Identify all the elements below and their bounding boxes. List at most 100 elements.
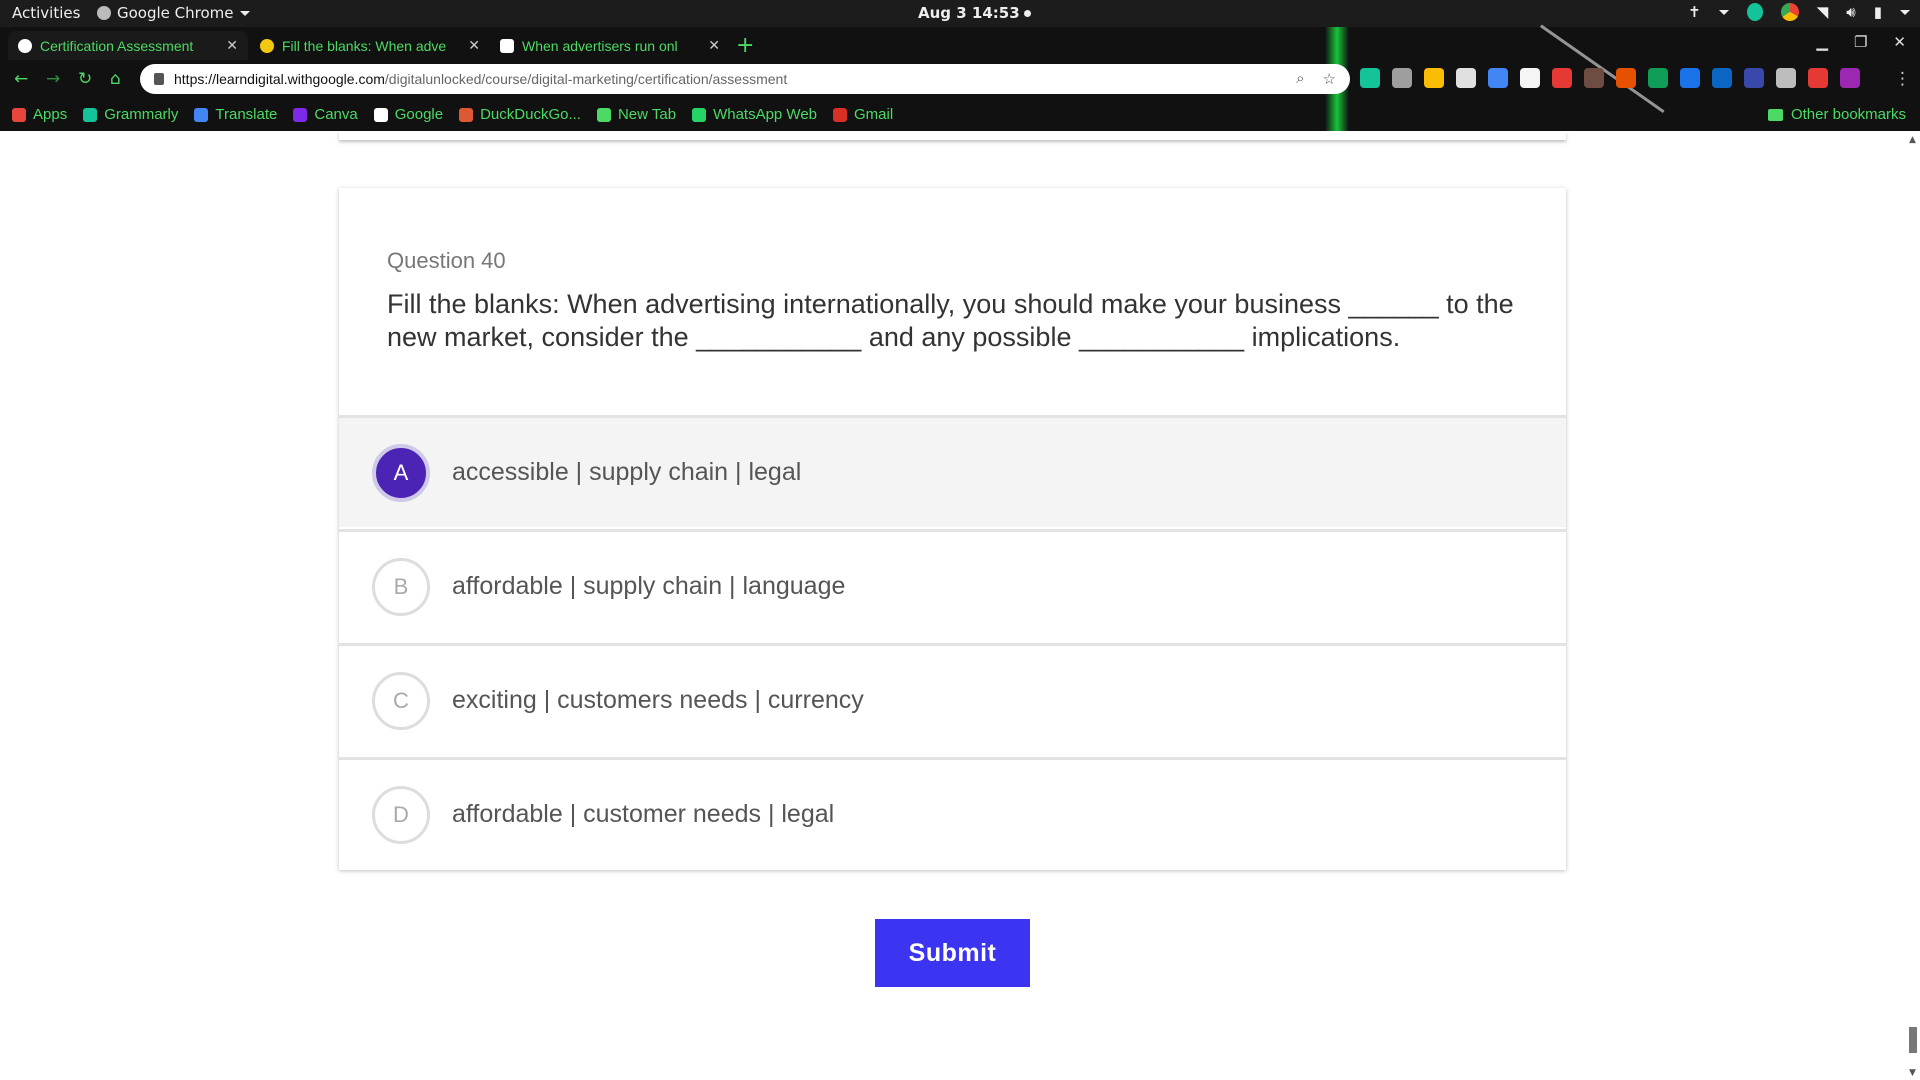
- extension-icon[interactable]: [1680, 68, 1700, 88]
- scroll-down-icon[interactable]: ▼: [1909, 1068, 1916, 1078]
- option-letter-badge: D: [372, 785, 430, 844]
- bookmark-label: Grammarly: [104, 106, 179, 123]
- option-letter-badge: B: [372, 557, 430, 616]
- bookmark-item[interactable]: DuckDuckGo...: [459, 106, 581, 123]
- home-icon[interactable]: ⌂: [110, 69, 121, 89]
- bookmark-favicon-icon: [12, 107, 26, 122]
- chrome-app-icon: [97, 6, 111, 20]
- clock[interactable]: Aug 3 14:53: [918, 4, 1031, 22]
- bookmark-favicon-icon: [692, 107, 707, 122]
- option-text: exciting | customers needs | currency: [452, 686, 864, 714]
- forward-arrow-icon[interactable]: →: [46, 69, 60, 89]
- extension-icon[interactable]: [1488, 68, 1508, 88]
- bookmark-label: Apps: [33, 106, 68, 123]
- grammarly-tray-icon[interactable]: [1746, 3, 1763, 21]
- tab-title: Fill the blanks: When adve: [282, 37, 447, 54]
- option-c[interactable]: C exciting | customers needs | currency: [339, 643, 1566, 755]
- bookmark-item[interactable]: WhatsApp Web: [692, 106, 817, 123]
- back-arrow-icon[interactable]: ←: [14, 69, 28, 89]
- scroll-up-icon[interactable]: ▲: [1909, 135, 1916, 145]
- zoom-icon[interactable]: ⌕: [1296, 70, 1304, 88]
- app-menu[interactable]: Google Chrome: [97, 4, 250, 22]
- bookmark-star-icon[interactable]: ☆: [1323, 70, 1336, 88]
- tab-strip: Certification Assessment ✕ Fill the blan…: [0, 27, 1920, 60]
- extension-icon[interactable]: [1456, 68, 1476, 88]
- address-bar[interactable]: https://learndigital.withgoogle.com/digi…: [140, 64, 1350, 94]
- close-tab-icon[interactable]: ✕: [708, 37, 720, 54]
- extension-icon[interactable]: [1584, 68, 1604, 88]
- bookmark-label: New Tab: [617, 106, 677, 123]
- chrome-menu-icon[interactable]: ⋮: [1894, 69, 1911, 89]
- extension-icon[interactable]: [1808, 68, 1828, 88]
- question-card: Question 40 Fill the blanks: When advert…: [339, 188, 1566, 870]
- bookmark-item[interactable]: Gmail: [833, 106, 893, 123]
- page-content: Question 40 Fill the blanks: When advert…: [0, 131, 1906, 1080]
- close-window-icon[interactable]: ✕: [1893, 33, 1906, 51]
- app-menu-label: Google Chrome: [117, 4, 234, 22]
- bookmark-favicon-icon: [459, 107, 474, 122]
- bookmark-item[interactable]: Apps: [12, 106, 67, 123]
- page-scrollbar[interactable]: ▲ ▼: [1906, 131, 1920, 1080]
- extension-icon[interactable]: [1648, 68, 1668, 88]
- extension-icon[interactable]: [1840, 68, 1860, 88]
- extension-icon[interactable]: [1424, 68, 1444, 88]
- bookmark-favicon-icon: [83, 107, 98, 122]
- lock-icon: [154, 73, 164, 85]
- scrollbar-thumb[interactable]: [1909, 1027, 1917, 1053]
- question-header: Question 40 Fill the blanks: When advert…: [387, 248, 1517, 354]
- extension-icon[interactable]: [1776, 68, 1796, 88]
- wifi-icon[interactable]: ◥: [1817, 3, 1829, 21]
- previous-question-card: [339, 131, 1566, 140]
- bookmark-item[interactable]: Google: [373, 106, 443, 123]
- system-tray[interactable]: ✝ ◥ 🔊︎ ▮: [1688, 3, 1910, 21]
- tab-certification-assessment[interactable]: Certification Assessment ✕: [8, 31, 248, 60]
- other-bookmarks-label: Other bookmarks: [1790, 106, 1906, 123]
- chrome-tray-icon[interactable]: [1780, 3, 1799, 21]
- clock-label: Aug 3 14:53: [918, 4, 1020, 22]
- option-d[interactable]: D affordable | customer needs | legal: [339, 757, 1566, 869]
- bookmark-favicon-icon: [833, 107, 848, 122]
- option-a[interactable]: A accessible | supply chain | legal: [339, 415, 1566, 527]
- bookmark-label: DuckDuckGo...: [480, 106, 581, 123]
- window-controls: ▁ ❐ ✕: [1816, 33, 1906, 51]
- bookmark-item[interactable]: Canva: [293, 106, 358, 123]
- submit-button[interactable]: Submit: [875, 919, 1030, 987]
- bookmark-label: Canva: [314, 106, 358, 123]
- bookmark-item[interactable]: Grammarly: [83, 106, 178, 123]
- activities-button[interactable]: Activities: [12, 4, 80, 22]
- power-menu-chevron-icon[interactable]: [1900, 9, 1910, 15]
- close-tab-icon[interactable]: ✕: [226, 37, 238, 54]
- tab-fill-the-blanks[interactable]: Fill the blanks: When adve ✕: [250, 31, 490, 60]
- bookmark-item[interactable]: New Tab: [596, 106, 677, 123]
- tray-menu-chevron-icon[interactable]: [1718, 9, 1729, 15]
- bookmark-label: Translate: [215, 106, 278, 123]
- browser-chrome: Certification Assessment ✕ Fill the blan…: [0, 24, 1920, 131]
- option-text: affordable | customer needs | legal: [452, 800, 835, 828]
- extension-icon[interactable]: [1360, 68, 1380, 88]
- bookmark-favicon-icon: [293, 107, 308, 122]
- url-host: https://learndigital.withgoogle.com: [174, 71, 385, 87]
- extension-icon[interactable]: [1552, 68, 1572, 88]
- option-letter-badge: A: [372, 443, 430, 502]
- volume-icon[interactable]: 🔊︎: [1846, 3, 1855, 21]
- reload-icon[interactable]: ↻: [78, 69, 92, 89]
- minimize-icon[interactable]: ▁: [1816, 33, 1828, 51]
- option-b[interactable]: B affordable | supply chain | language: [339, 529, 1566, 641]
- bookmark-item[interactable]: Translate: [194, 106, 277, 123]
- option-text: accessible | supply chain | legal: [452, 458, 802, 486]
- bookmarks-bar: Apps Grammarly Translate Canva Google DuckDuc…: [0, 98, 1920, 131]
- extension-icon[interactable]: [1744, 68, 1764, 88]
- close-tab-icon[interactable]: ✕: [468, 37, 480, 54]
- battery-icon[interactable]: ▮: [1874, 3, 1882, 21]
- restore-icon[interactable]: ❐: [1854, 33, 1867, 51]
- tab-when-advertisers[interactable]: When advertisers run onl ✕: [490, 31, 730, 60]
- bookmark-favicon-icon: [194, 107, 209, 122]
- extension-icon[interactable]: [1520, 68, 1540, 88]
- new-tab-plus-icon[interactable]: +: [736, 33, 754, 58]
- extension-icon[interactable]: [1616, 68, 1636, 88]
- extension-icon[interactable]: [1392, 68, 1412, 88]
- other-bookmarks[interactable]: Other bookmarks: [1767, 106, 1906, 123]
- notification-dot-icon: [1023, 10, 1031, 17]
- accessibility-icon[interactable]: ✝: [1688, 3, 1701, 21]
- extension-icon[interactable]: [1712, 68, 1732, 88]
